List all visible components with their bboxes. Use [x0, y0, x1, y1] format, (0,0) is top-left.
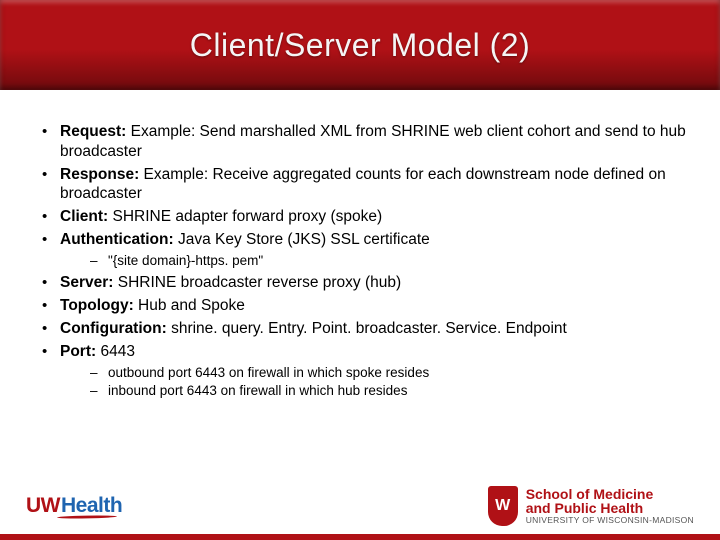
label: Response:: [60, 166, 139, 183]
text: shrine. query. Entry. Point. broadcaster…: [167, 320, 567, 337]
title-header: Client/Server Model (2): [0, 0, 720, 90]
smph-line1: School of Medicine: [526, 487, 694, 501]
bullet-port: Port: 6443 outbound port 6443 on firewal…: [34, 342, 686, 399]
bullet-client: Client: SHRINE adapter forward proxy (sp…: [34, 207, 686, 227]
label: Configuration:: [60, 320, 167, 337]
health-label: Health: [61, 494, 122, 517]
text: 6443: [96, 343, 135, 360]
smph-logo: School of Medicine and Public Health UNI…: [488, 486, 694, 526]
bullet-topology: Topology: Hub and Spoke: [34, 296, 686, 316]
label: Authentication:: [60, 231, 174, 248]
label: Topology:: [60, 297, 134, 314]
smph-line2: and Public Health: [526, 501, 694, 515]
uwhealth-logo: UW Health: [26, 494, 122, 518]
health-text: Health: [61, 494, 122, 518]
label: Request:: [60, 123, 126, 140]
label: Server:: [60, 274, 113, 291]
label: Port:: [60, 343, 96, 360]
bullet-configuration: Configuration: shrine. query. Entry. Poi…: [34, 319, 686, 339]
smph-text: School of Medicine and Public Health UNI…: [526, 487, 694, 525]
bullet-request: Request: Example: Send marshalled XML fr…: [34, 122, 686, 162]
label: Client:: [60, 208, 108, 225]
footer-bar: UW Health School of Medicine and Public …: [0, 482, 720, 540]
sub-pem: "{site domain}-https. pem": [60, 252, 686, 269]
slide-body: Request: Example: Send marshalled XML fr…: [0, 90, 720, 399]
sub-outbound: outbound port 6443 on firewall in which …: [60, 364, 686, 381]
uw-crest-icon: [488, 486, 518, 526]
text: SHRINE adapter forward proxy (spoke): [108, 208, 382, 225]
text: SHRINE broadcaster reverse proxy (hub): [113, 274, 401, 291]
text: Java Key Store (JKS) SSL certificate: [174, 231, 430, 248]
sub-inbound: inbound port 6443 on firewall in which h…: [60, 382, 686, 399]
bullet-authentication: Authentication: Java Key Store (JKS) SSL…: [34, 230, 686, 269]
uw-text: UW: [26, 494, 60, 518]
text: Example: Receive aggregated counts for e…: [60, 166, 666, 203]
sub-list: outbound port 6443 on firewall in which …: [60, 364, 686, 400]
bullet-server: Server: SHRINE broadcaster reverse proxy…: [34, 273, 686, 293]
text: Hub and Spoke: [134, 297, 245, 314]
sub-list: "{site domain}-https. pem": [60, 252, 686, 269]
bullet-list: Request: Example: Send marshalled XML fr…: [34, 122, 686, 399]
slide-title: Client/Server Model (2): [190, 27, 531, 64]
smph-line3: UNIVERSITY OF WISCONSIN-MADISON: [526, 516, 694, 525]
bullet-response: Response: Example: Receive aggregated co…: [34, 165, 686, 205]
text: Example: Send marshalled XML from SHRINE…: [60, 123, 686, 160]
